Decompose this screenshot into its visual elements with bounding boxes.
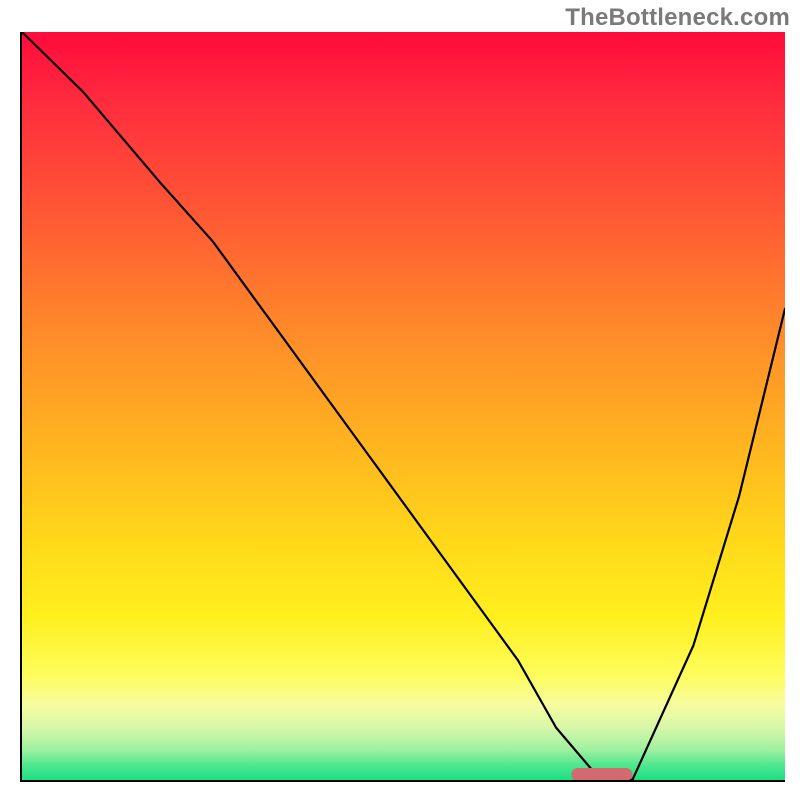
bottleneck-curve [22, 32, 785, 780]
attribution-text: TheBottleneck.com [565, 4, 790, 32]
curve-svg [22, 32, 785, 780]
chart-container: TheBottleneck.com [0, 0, 800, 800]
optimal-marker [571, 768, 632, 780]
plot-area [20, 32, 785, 782]
